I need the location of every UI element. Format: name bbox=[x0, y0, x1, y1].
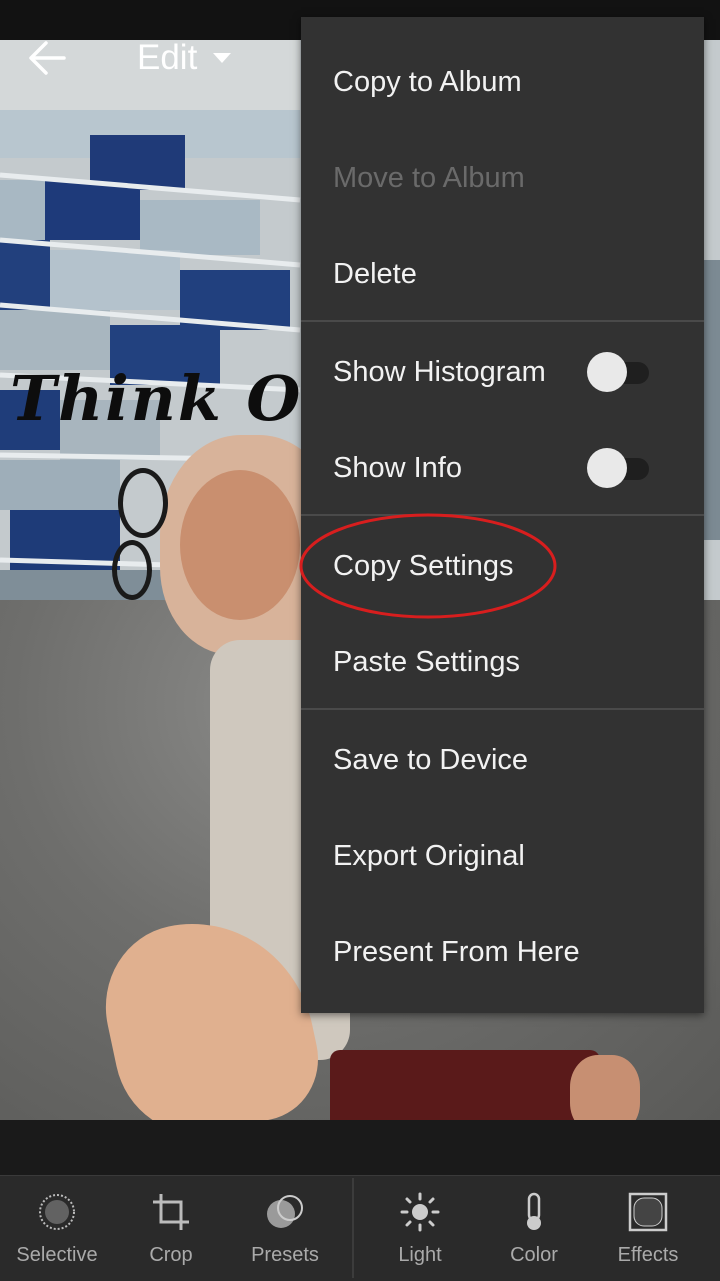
caret-down-icon[interactable] bbox=[213, 53, 231, 63]
menu-item-label: Present From Here bbox=[333, 936, 580, 968]
menu-item-paste-settings[interactable]: Paste Settings bbox=[301, 614, 704, 710]
highlight-ellipse bbox=[299, 513, 557, 619]
menu-item-label: Copy to Album bbox=[333, 66, 522, 98]
menu-item-label: Show Info bbox=[333, 452, 462, 484]
menu-item-label: Save to Device bbox=[333, 744, 529, 776]
menu-item-label: Move to Album bbox=[333, 162, 525, 194]
menu-item-delete[interactable]: Delete bbox=[301, 226, 704, 322]
toggle-knob bbox=[587, 352, 627, 392]
menu-divider bbox=[301, 708, 704, 710]
menu-item-present-from-here[interactable]: Present From Here bbox=[301, 904, 704, 1000]
crop-icon bbox=[153, 1194, 189, 1230]
toggle-knob bbox=[587, 448, 627, 488]
glasses bbox=[118, 468, 168, 538]
tool-label: Light bbox=[398, 1244, 442, 1266]
back-button[interactable] bbox=[26, 38, 70, 78]
tool-light[interactable]: Light bbox=[363, 1176, 477, 1281]
menu-item-save-to-device[interactable]: Save to Device bbox=[301, 712, 704, 808]
menu-divider bbox=[301, 320, 704, 322]
histogram-toggle[interactable] bbox=[587, 352, 649, 392]
menu-item-label: Delete bbox=[333, 258, 417, 290]
tool-label: Crop bbox=[149, 1244, 193, 1266]
effects-icon bbox=[628, 1192, 668, 1232]
menu-item-show-histogram[interactable]: Show Histogram bbox=[301, 324, 704, 420]
bottom-gap bbox=[0, 1120, 720, 1175]
tool-selective[interactable]: Selective bbox=[0, 1176, 114, 1281]
edit-toolbar: Selective Crop Presets Light Color Effec… bbox=[0, 1175, 720, 1281]
selective-icon bbox=[39, 1194, 75, 1230]
menu-item-move-to-album: Move to Album bbox=[301, 130, 704, 226]
toolbar-separator bbox=[352, 1178, 354, 1278]
glasses-lens bbox=[112, 540, 152, 600]
info-toggle[interactable] bbox=[587, 448, 649, 488]
tool-label: Selective bbox=[16, 1244, 98, 1266]
tool-label: Color bbox=[510, 1244, 558, 1266]
tool-crop[interactable]: Crop bbox=[114, 1176, 228, 1281]
menu-item-export-original[interactable]: Export Original bbox=[301, 808, 704, 904]
menu-item-copy-to-album[interactable]: Copy to Album bbox=[301, 34, 704, 130]
menu-item-label: Paste Settings bbox=[333, 646, 520, 678]
menu-item-label: Show Histogram bbox=[333, 356, 546, 388]
tool-label: Effects bbox=[617, 1244, 679, 1266]
menu-item-label: Export Original bbox=[333, 840, 525, 872]
light-icon bbox=[400, 1192, 440, 1232]
back-arrow-icon bbox=[29, 41, 66, 75]
menu-item-show-info[interactable]: Show Info bbox=[301, 420, 704, 516]
person-hand bbox=[570, 1055, 640, 1120]
edit-mode-dropdown[interactable]: Edit bbox=[137, 38, 197, 78]
presets-icon bbox=[267, 1195, 303, 1228]
person-face bbox=[180, 470, 300, 620]
tool-label: Presets bbox=[251, 1244, 319, 1266]
person-pants bbox=[330, 1050, 600, 1120]
color-icon bbox=[527, 1192, 541, 1230]
tool-effects[interactable]: Effects bbox=[591, 1176, 705, 1281]
tool-presets[interactable]: Presets bbox=[228, 1176, 342, 1281]
tool-color[interactable]: Color bbox=[477, 1176, 591, 1281]
